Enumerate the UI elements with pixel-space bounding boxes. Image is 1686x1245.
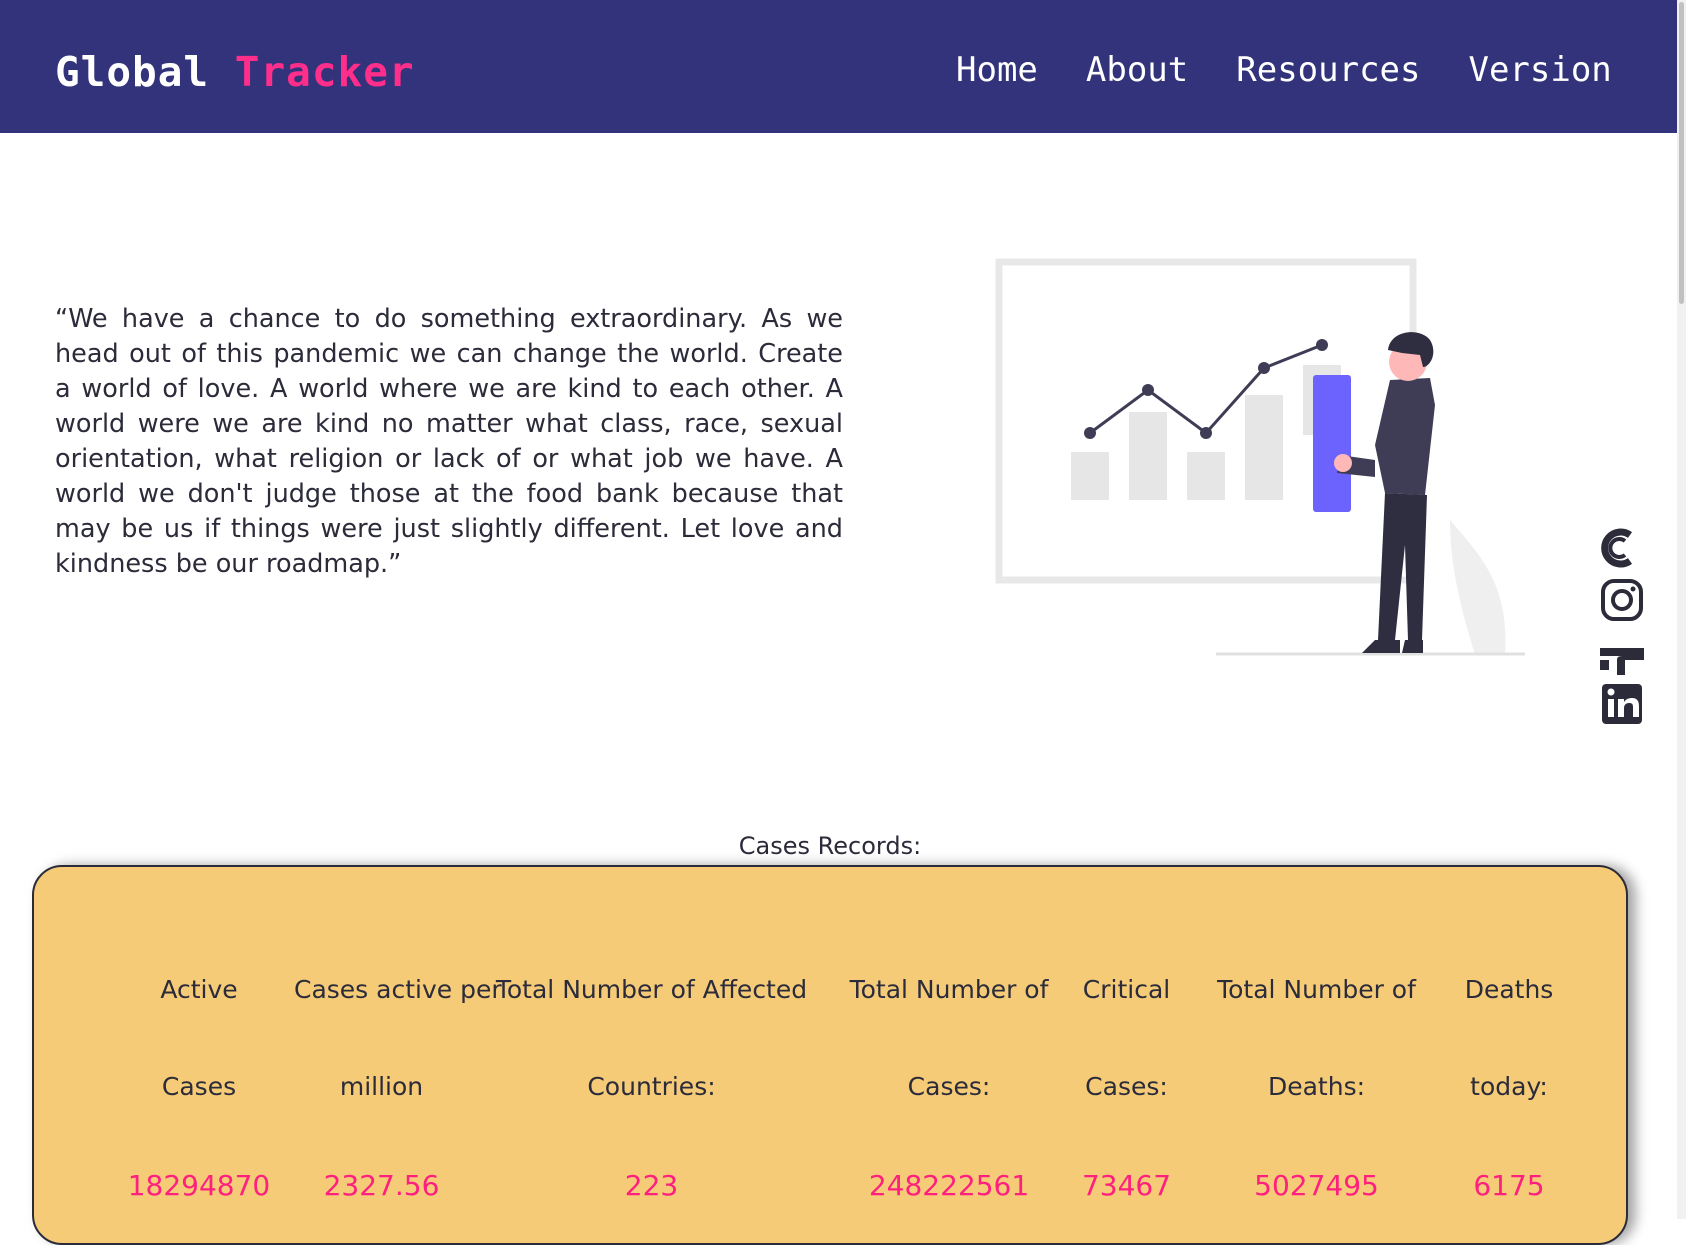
stat-label: Deaths:: [1267, 1072, 1366, 1101]
brand-word-global: Global: [55, 48, 210, 96]
stat-value: 6175: [1473, 1169, 1545, 1202]
stat-label: Cases:: [907, 1072, 991, 1101]
nav-link-resources[interactable]: Resources: [1236, 50, 1420, 90]
chart-bar-highlight: [1313, 375, 1351, 512]
top-navbar: Global Tracker Home About Resources Vers…: [0, 0, 1677, 133]
stat-label: Cases: [161, 1072, 237, 1101]
nav-link-home[interactable]: Home: [956, 50, 1038, 90]
stat-label: Cases:: [1085, 1072, 1168, 1101]
instagram-icon[interactable]: [1599, 577, 1645, 623]
stat-value: 248222561: [868, 1169, 1030, 1202]
chart-point: [1142, 384, 1154, 396]
facebook-icon[interactable]: [1599, 629, 1645, 675]
cases-records-title: Cases Records:: [738, 832, 922, 860]
nav-link-about[interactable]: About: [1086, 50, 1188, 90]
stat-value: 223: [624, 1169, 679, 1202]
stat-value: 5027495: [1254, 1169, 1379, 1202]
chart-point: [1200, 427, 1212, 439]
chart-point: [1084, 427, 1096, 439]
stat-label: Total Number of: [1217, 975, 1416, 1004]
chart-line: [1089, 343, 1323, 436]
scrollbar-thumb[interactable]: [1679, 2, 1684, 304]
brand-word-tracker: Tracker: [234, 48, 415, 96]
plant-leaf: [1450, 520, 1506, 655]
chart-bar: [1187, 452, 1225, 500]
stat-label: Countries:: [587, 1072, 716, 1101]
brand-logo[interactable]: Global Tracker: [55, 48, 415, 96]
stat-label: today:: [1470, 1072, 1548, 1101]
chart-point: [1258, 362, 1270, 374]
chart-bar: [1245, 395, 1283, 500]
stat-label: Critical: [1082, 975, 1171, 1004]
social-links: [1599, 525, 1649, 727]
cases-records-card: Active Cases 18294870 Cases active per m…: [32, 865, 1628, 1245]
stat-label: Total Number of: [849, 975, 1049, 1004]
nav-menu: Home About Resources Version: [956, 50, 1612, 90]
stat-label: million: [339, 1072, 424, 1101]
stat-label: Deaths: [1464, 975, 1554, 1004]
stat-label: Cases active per: [294, 975, 502, 1004]
stat-value: 18294870: [127, 1169, 271, 1202]
chart-bar: [1129, 412, 1167, 500]
nav-link-version[interactable]: Version: [1468, 50, 1611, 90]
codepen-icon[interactable]: [1599, 525, 1645, 571]
stat-label: Active: [160, 975, 238, 1004]
person-with-chart-illustration: [995, 258, 1525, 656]
stat-value: 2327.56: [323, 1169, 440, 1202]
stat-value: 73467: [1081, 1169, 1172, 1202]
hero-quote: “We have a chance to do something extrao…: [55, 304, 843, 579]
stat-label: Total Number of Affected: [495, 975, 808, 1004]
linkedin-icon[interactable]: [1599, 681, 1645, 727]
chart-point: [1316, 339, 1328, 351]
chart-bar: [1071, 452, 1109, 500]
